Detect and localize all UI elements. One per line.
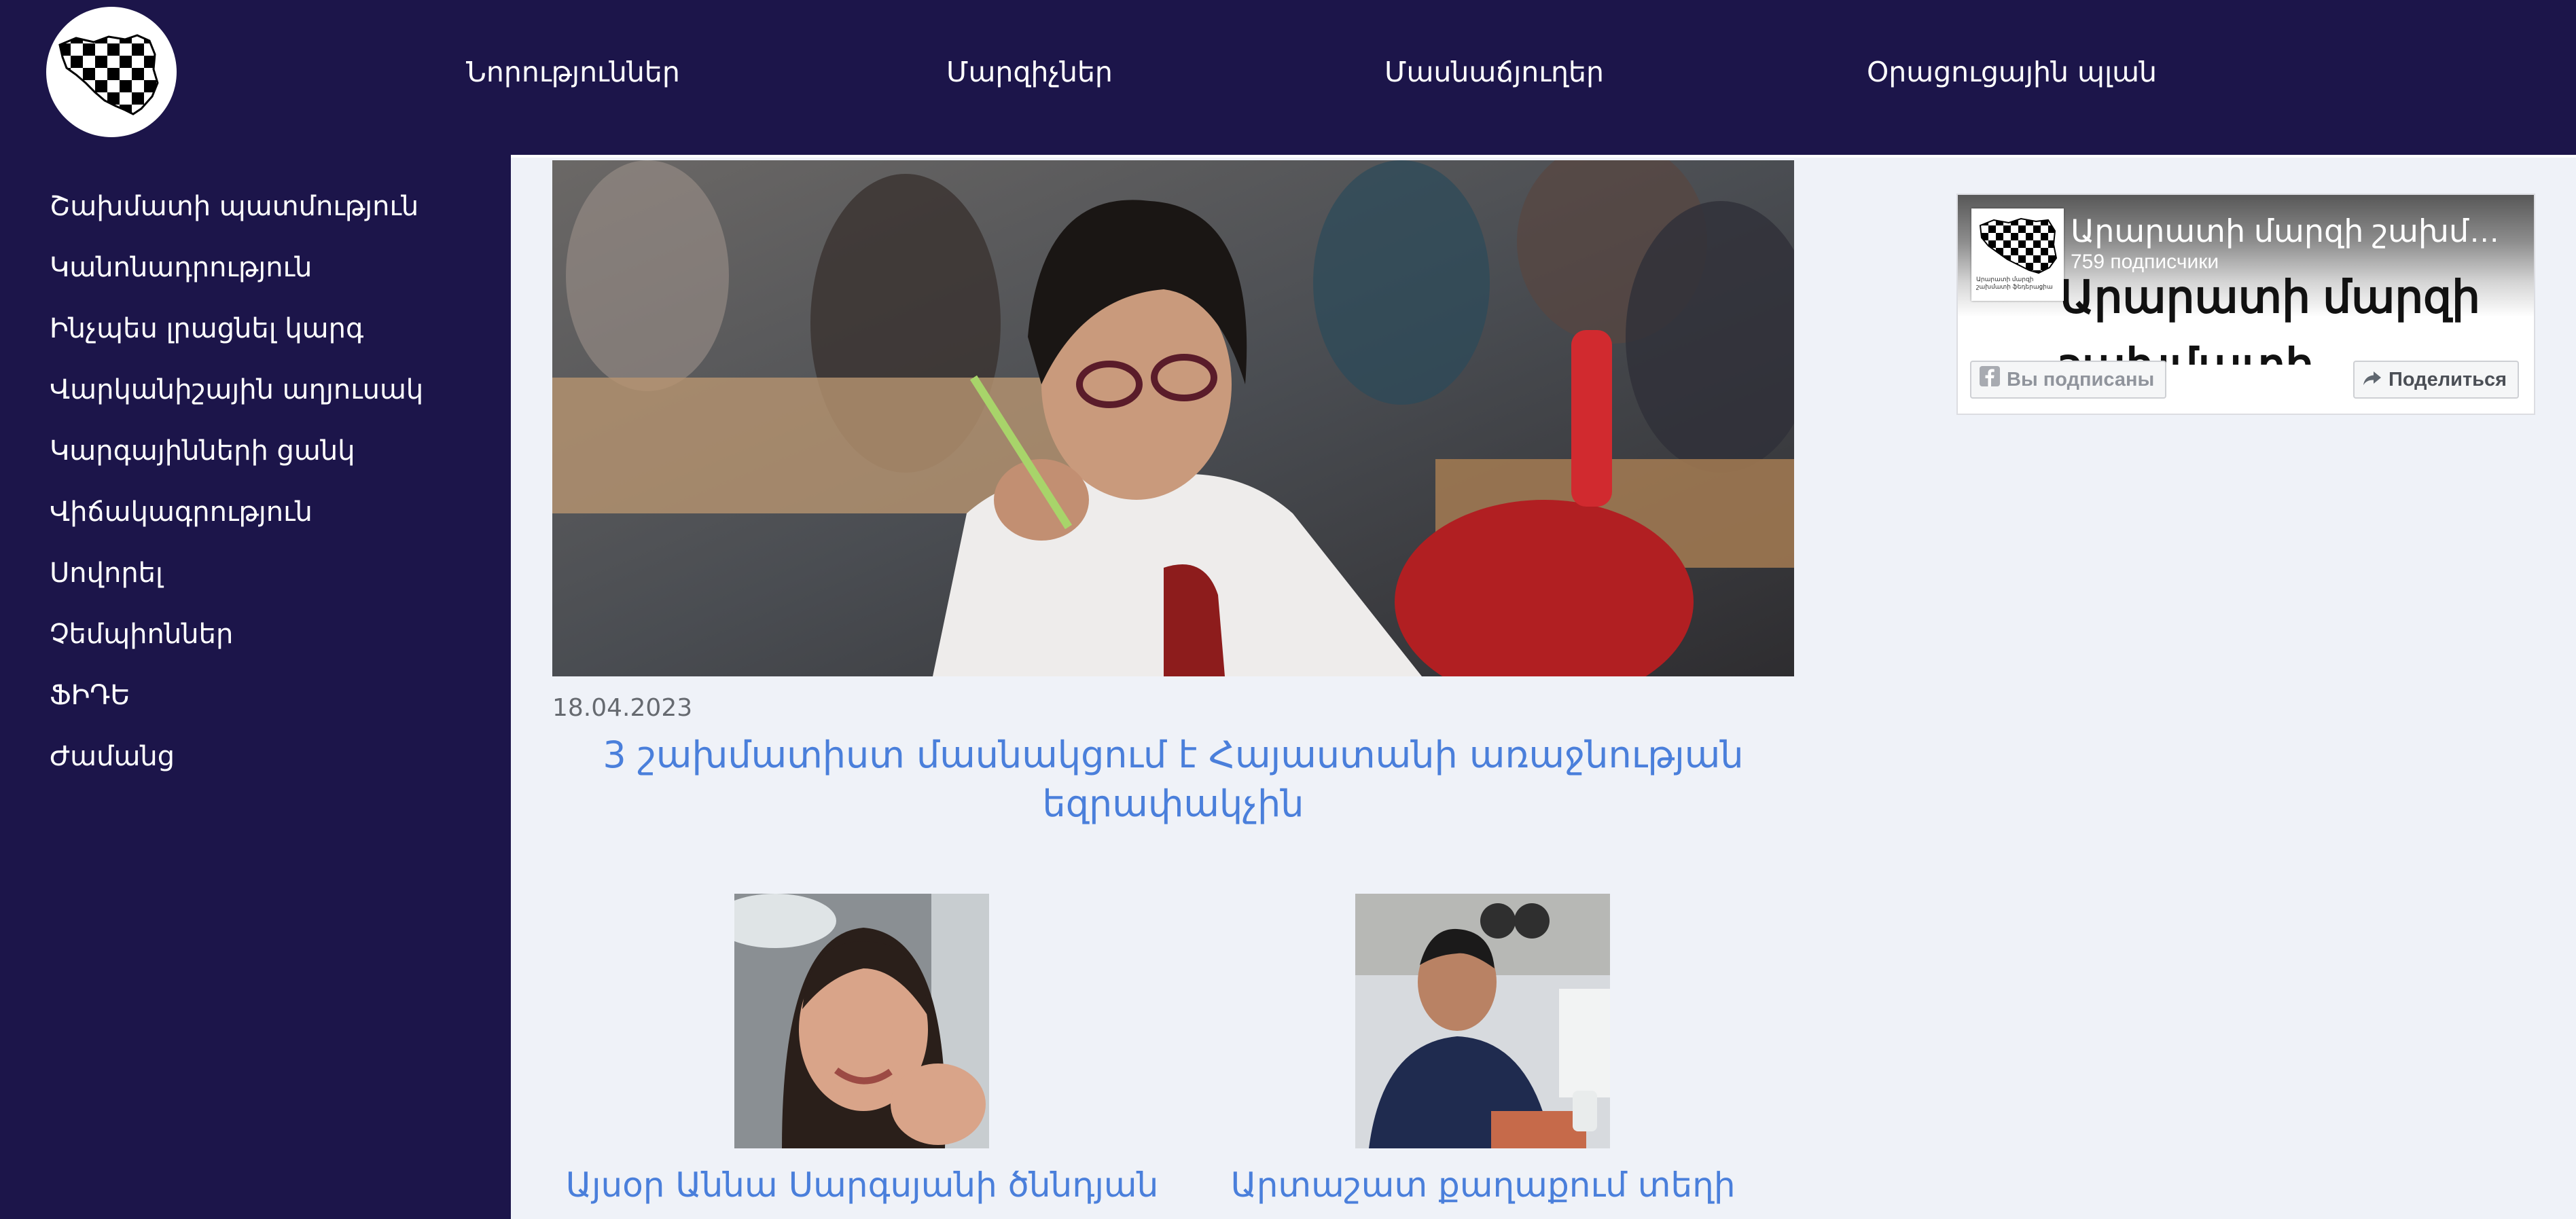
share-button[interactable]: Поделиться [2353,361,2520,399]
facebook-page-name[interactable]: Արարատի մարզի շախմատի ֆեդերացիա [2071,213,2526,249]
sidebar-item-how-to-fill-rank[interactable]: Ինչպես լրացնել կարգ [50,310,363,348]
nav-coaches[interactable]: Մարզիչներ [946,53,1113,91]
share-arrow-icon [2363,363,2382,398]
card-title-artashat[interactable]: Արտաշատ քաղաքում տեղի [1164,1163,1802,1207]
article-date: 18.04.2023 [552,694,693,722]
card-title-anna-sargsyan[interactable]: Այսօր Աննա Սարգսյանի ծննդյան [543,1163,1181,1207]
site-logo[interactable] [46,7,177,137]
sidebar-item-fide[interactable]: ՖԻԴԵ [50,676,130,714]
avatar-caption: Արարատի մարզի շախմատի ֆեդերացիա [1976,276,2053,290]
sidebar-item-learn[interactable]: Սովորել [50,554,163,592]
featured-article-image[interactable] [552,160,1794,676]
share-label: Поделиться [2389,369,2507,390]
subscribed-label: Вы подписаны [2007,369,2155,390]
sidebar-item-charter[interactable]: Կանոնադրություն [50,249,312,287]
sidebar-item-ranked-players[interactable]: Կարգայինների ցանկ [50,432,355,470]
top-navigation-bar: Նորություններ Մարզիչներ Մասնաճյուղեր Օրա… [0,0,2576,155]
facebook-page-widget: Արարատի մարզի շախմատի ֆեդերացիա Արարատի … [1956,194,2535,415]
facebook-icon [1980,363,2000,398]
facebook-page-avatar[interactable]: Արարատի մարզի շախմատի ֆեդերացիա [1971,208,2064,301]
sidebar: Շախմատի պատմություն Կանոնադրություն Ինչպ… [0,155,511,1219]
nav-calendar-plan[interactable]: Օրացուցային պլան [1867,53,2157,91]
facebook-cover-text: Արարատի մարզի շախմատի ֆեդերացիա [2060,272,2480,365]
card-image-anna-sargsyan[interactable] [734,894,989,1148]
chess-board-map-icon [58,34,159,115]
sidebar-item-entertainment[interactable]: Ժամանց [50,738,175,776]
facebook-subscriber-count: 759 подписчики [2071,251,2219,273]
subscribed-button[interactable]: Вы подписаны [1970,361,2167,399]
content-top-border [511,155,2576,158]
sidebar-item-champions[interactable]: Չեմպիոններ [50,615,233,653]
sidebar-item-chess-history[interactable]: Շախմատի պատմություն [50,187,418,225]
nav-news[interactable]: Նորություններ [466,53,680,91]
featured-article-title[interactable]: 3 շախմատիստ մասնակցում է Հայաստանի առաջն… [552,731,1794,829]
nav-branches[interactable]: Մասնաճյուղեր [1384,53,1604,91]
sidebar-item-rating-table[interactable]: Վարկանիշային աղյուսակ [50,371,423,409]
sidebar-item-statistics[interactable]: Վիճակագրություն [50,493,312,531]
card-image-artashat[interactable] [1355,894,1610,1148]
